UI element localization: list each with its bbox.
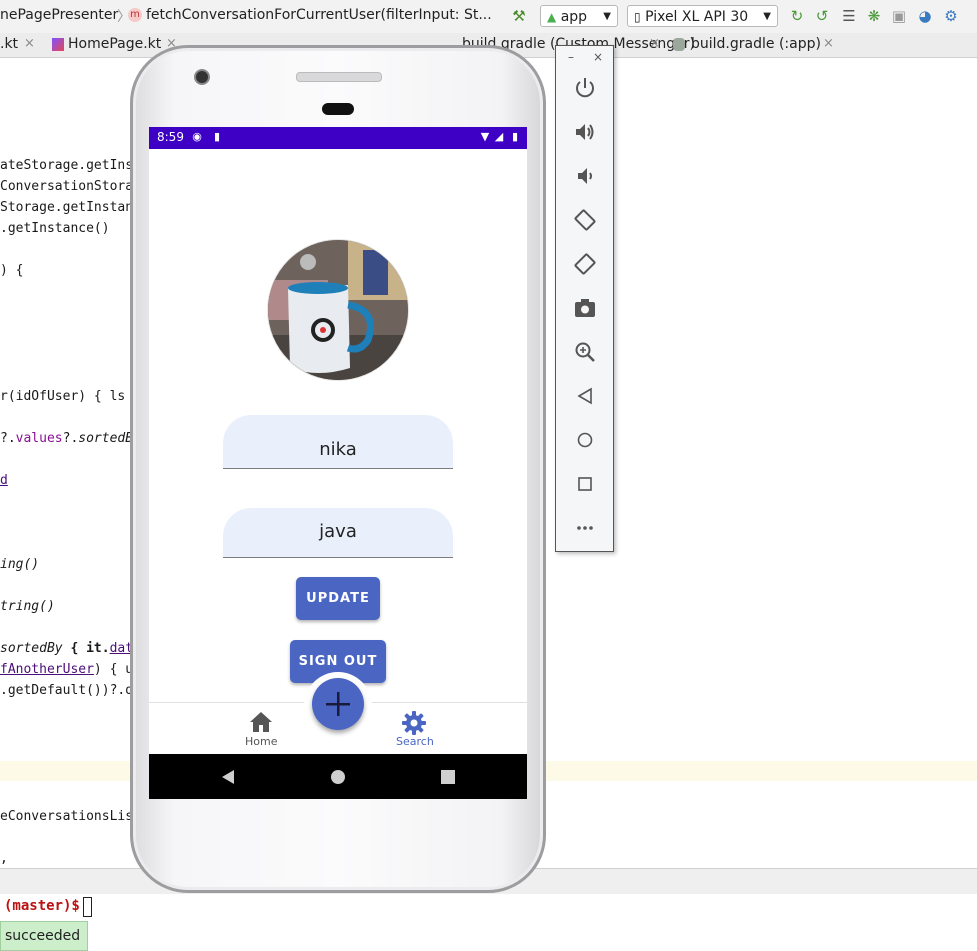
status-time: 8:59 — [157, 130, 184, 144]
profile-avatar[interactable] — [268, 240, 408, 380]
hammer-icon[interactable]: ⚒ — [510, 7, 528, 25]
emulator-control-panel: – × — [555, 45, 614, 552]
zoom-icon[interactable] — [573, 340, 597, 364]
code-line: r(idOfUser) { ls — [0, 389, 134, 404]
nav-search-label: Search — [396, 735, 434, 748]
signal-icon: ◢ — [494, 130, 504, 143]
breadcrumb-class[interactable]: nePagePresenter — [0, 7, 118, 23]
android-icon: ▲ — [547, 10, 557, 24]
device-dropdown[interactable]: ▯ Pixel XL API 30 ▼ — [627, 5, 778, 27]
nav-home[interactable]: Home — [239, 707, 283, 751]
tab-homepage[interactable]: HomePage.kt — [68, 36, 161, 52]
plus-icon — [326, 692, 350, 716]
volume-up-icon[interactable] — [573, 120, 597, 144]
coverage-icon[interactable]: ☰ — [840, 7, 858, 25]
breadcrumb-method[interactable]: fetchConversationForCurrentUser(filterIn… — [146, 7, 492, 23]
code-line: , — [0, 851, 8, 866]
wifi-icon: ▼ — [480, 130, 490, 143]
terminal-panel[interactable]: (master)$ — [0, 894, 977, 951]
device-icon: ▯ — [634, 10, 641, 24]
code-line: sortedBy { it.dat — [0, 641, 134, 656]
close-button[interactable]: × — [593, 50, 603, 64]
code-line: ateStorage.getIns — [0, 158, 134, 173]
power-icon[interactable] — [573, 76, 597, 100]
tab-build-gradle-app[interactable]: build.gradle (:app) — [691, 36, 821, 52]
update-button[interactable]: UPDATE — [296, 577, 380, 620]
home-nav-icon[interactable] — [330, 769, 346, 785]
nav-home-label: Home — [245, 735, 278, 748]
rerun-icon[interactable]: ↻ — [788, 7, 806, 25]
code-line: eConversationsLis — [0, 809, 134, 824]
language-value: java — [319, 521, 357, 542]
run-config-dropdown[interactable]: ▲ app ▼ — [540, 5, 618, 27]
language-field[interactable]: java — [223, 508, 453, 558]
nav-search[interactable]: Search — [393, 707, 437, 751]
code-line: Storage.getInstan — [0, 200, 134, 215]
close-icon[interactable]: × — [649, 36, 660, 51]
system-navigation-bar — [149, 754, 527, 799]
chevron-down-icon: ▼ — [763, 11, 771, 22]
add-fab-button[interactable] — [312, 678, 364, 730]
code-line: .getDefault())?.d — [0, 683, 134, 698]
home-icon — [250, 712, 272, 732]
kotlin-file-icon — [52, 38, 64, 51]
code-line: d — [0, 473, 8, 488]
method-icon: m — [128, 8, 142, 22]
camera-icon[interactable] — [573, 296, 597, 320]
gear-icon — [402, 711, 426, 735]
profiler-icon[interactable]: ◕ — [916, 7, 934, 25]
notification-icon: ◉ — [192, 130, 202, 143]
proximity-sensor — [322, 103, 354, 115]
front-camera — [194, 69, 210, 85]
code-line: ) { — [0, 263, 24, 278]
ide-navigation-bar: nePagePresenter 〉 m fetchConversationFor… — [0, 0, 977, 34]
rotate-right-icon[interactable] — [573, 252, 597, 276]
chevron-down-icon: ▼ — [603, 11, 611, 22]
code-line: ing() — [0, 557, 40, 572]
tab-file[interactable]: .kt — [0, 36, 18, 52]
apply-changes-icon[interactable]: ↺ — [813, 7, 831, 25]
emulator-screen[interactable]: 8:59 ◉ ▮ ▼ ◢ ▮ nika java UPDATE SIGN OUT — [149, 127, 527, 799]
back-icon[interactable] — [573, 384, 597, 408]
back-nav-icon[interactable] — [220, 769, 236, 785]
recents-nav-icon[interactable] — [440, 769, 456, 785]
close-icon[interactable]: × — [823, 36, 834, 51]
sync-icon[interactable]: ⚙ — [942, 7, 960, 25]
code-line: ConversationStora — [0, 179, 134, 194]
code-line: fAnotherUser) { u — [0, 662, 134, 677]
username-field[interactable]: nika — [223, 415, 453, 469]
battery-icon: ▮ — [511, 130, 519, 143]
gradle-icon — [673, 38, 685, 51]
more-icon[interactable] — [573, 516, 597, 540]
android-status-bar: 8:59 ◉ ▮ ▼ ◢ ▮ — [149, 127, 527, 149]
code-line: tring() — [0, 599, 55, 614]
terminal-cursor — [83, 897, 92, 917]
username-value: nika — [319, 439, 357, 460]
run-config-label: app — [560, 9, 588, 25]
avatar-photo — [268, 240, 408, 380]
volume-down-icon[interactable] — [573, 164, 597, 188]
terminal-prompt: (master)$ — [4, 898, 80, 914]
attach-debugger-icon[interactable]: ▣ — [890, 7, 908, 25]
minimize-button[interactable]: – — [568, 50, 574, 64]
earpiece-speaker — [296, 72, 382, 82]
close-icon[interactable]: × — [24, 36, 35, 51]
code-line: ?.values?.sortedB — [0, 431, 134, 446]
device-label: Pixel XL API 30 — [645, 9, 749, 25]
rotate-left-icon[interactable] — [573, 208, 597, 232]
code-line: .getInstance() — [0, 221, 110, 236]
sd-card-icon: ▮ — [213, 130, 221, 143]
build-status-toast[interactable]: succeeded — [0, 921, 88, 951]
home-icon[interactable] — [573, 428, 597, 452]
debug-icon[interactable]: ❋ — [865, 7, 883, 25]
overview-icon[interactable] — [573, 472, 597, 496]
